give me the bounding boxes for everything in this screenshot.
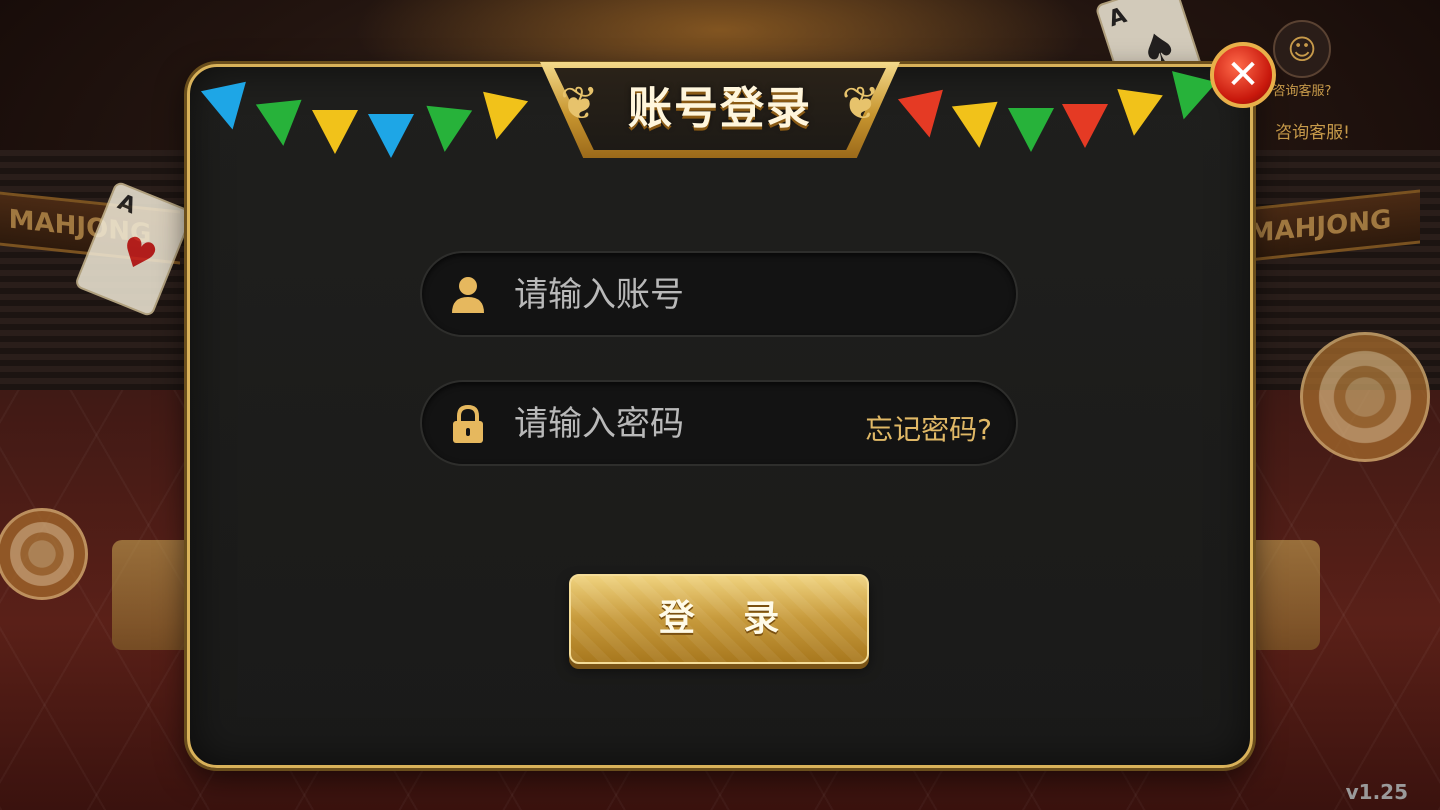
page-title: 账号登录 [628, 83, 812, 134]
flag [368, 114, 414, 158]
flag [1062, 104, 1108, 148]
poker-chip-right [1300, 332, 1430, 462]
close-icon: ✕ [1226, 52, 1260, 98]
password-input[interactable] [512, 382, 836, 466]
password-field[interactable]: 忘记密码? [420, 380, 1018, 466]
card-rank: A [114, 189, 140, 220]
username-field[interactable] [420, 251, 1018, 337]
close-button[interactable]: ✕ [1210, 42, 1276, 108]
poker-chip-left [0, 508, 88, 600]
flag [255, 99, 307, 149]
person-icon [452, 277, 484, 313]
headset-icon: ☺ [1273, 20, 1331, 78]
lock-icon [453, 404, 483, 443]
flag [1111, 89, 1163, 139]
login-button[interactable]: 登 录 [569, 574, 869, 664]
username-input[interactable] [512, 253, 836, 337]
flag [1008, 108, 1054, 152]
flag [421, 105, 473, 155]
title-plate: ❦ ❦ 账号登录 [520, 62, 920, 158]
flag [951, 101, 1003, 151]
forgot-password-link[interactable]: 忘记密码? [865, 408, 992, 448]
card-rank: A [1105, 3, 1130, 33]
flag [312, 110, 358, 154]
heart-suit-icon: ♥ [112, 226, 164, 283]
version-label: v1.25 [1345, 780, 1408, 804]
customer-service-label: 咨询客服! [1275, 123, 1350, 143]
flag [200, 81, 256, 135]
